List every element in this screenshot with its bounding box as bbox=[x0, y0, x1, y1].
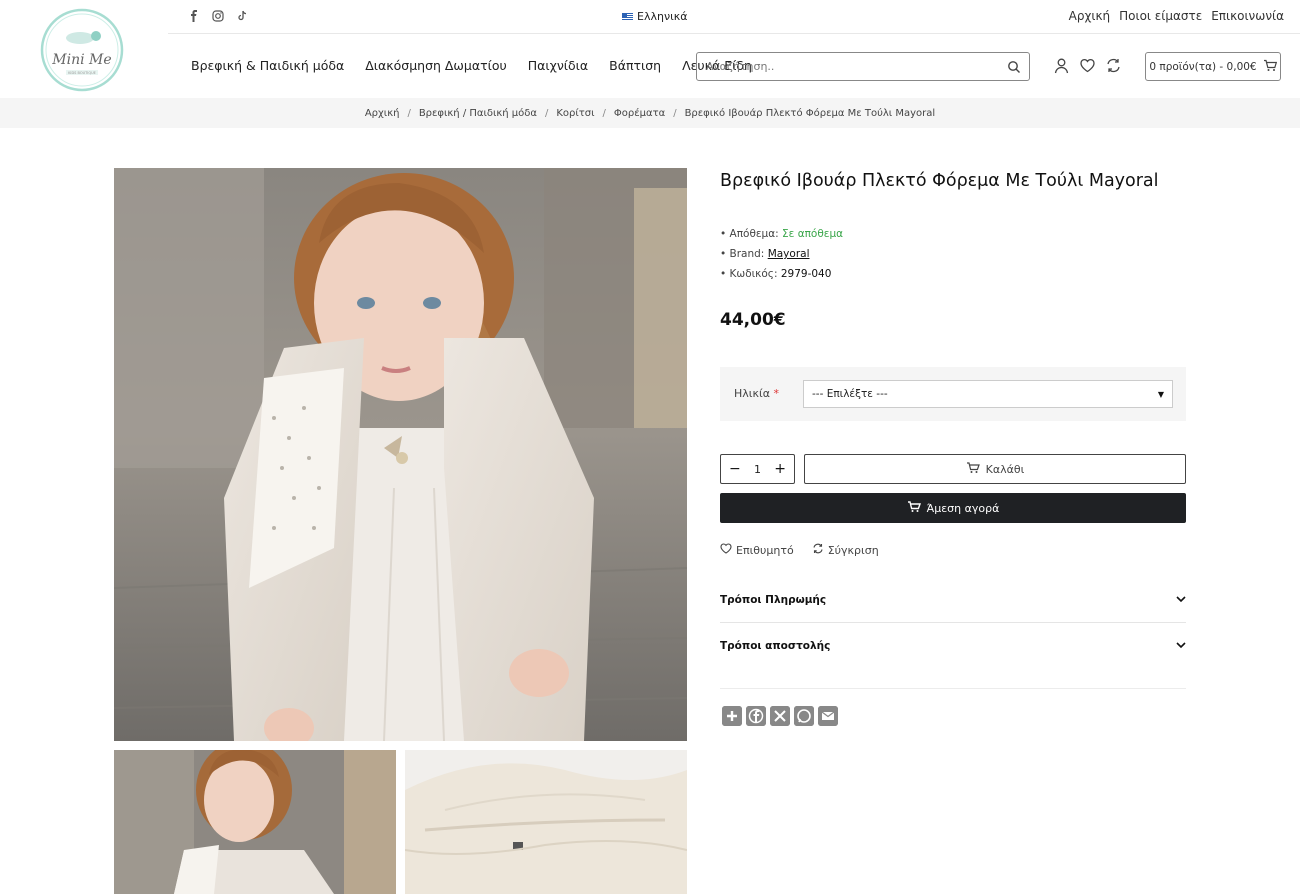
product-meta: • Απόθεμα: Σε απόθεμα • Brand: Mayoral •… bbox=[720, 224, 843, 284]
age-label-text: Ηλικία bbox=[734, 387, 770, 400]
search-box bbox=[696, 52, 1030, 81]
top-link-contact[interactable]: Επικοινωνία bbox=[1211, 9, 1284, 23]
brand-row: • Brand: Mayoral bbox=[720, 244, 843, 264]
option-box: Ηλικία * --- Επιλέξτε --- ▼ bbox=[720, 367, 1186, 421]
breadcrumb-separator: / bbox=[602, 107, 606, 119]
greek-flag-icon bbox=[622, 12, 633, 21]
account-icon[interactable] bbox=[1053, 57, 1070, 74]
wishlist-icon[interactable] bbox=[1079, 57, 1096, 74]
cart-add-icon bbox=[966, 461, 980, 477]
product-actions: Επιθυμητό Σύγκριση bbox=[720, 543, 879, 557]
whatsapp-share-icon[interactable] bbox=[794, 706, 814, 726]
accordion-payment-label: Τρόποι Πληρωμής bbox=[720, 593, 827, 606]
add-to-cart-label: Καλάθι bbox=[985, 462, 1025, 476]
product-main-image[interactable] bbox=[114, 168, 687, 741]
top-link-about[interactable]: Ποιοι είμαστε bbox=[1119, 9, 1202, 23]
code-value: 2979-040 bbox=[780, 268, 832, 280]
top-links: Αρχική Ποιοι είμαστε Επικοινωνία bbox=[1069, 9, 1284, 23]
compare-label: Σύγκριση bbox=[827, 543, 879, 557]
top-bar: Ελληνικά Αρχική Ποιοι είμαστε Επικοινωνί… bbox=[168, 0, 1300, 34]
qty-minus-button[interactable]: − bbox=[729, 461, 741, 477]
header-icons bbox=[1053, 57, 1122, 74]
social-links bbox=[188, 10, 248, 22]
breadcrumb-separator: / bbox=[407, 107, 411, 119]
code-label: • Κωδικός: bbox=[720, 268, 778, 280]
age-select-value: --- Επιλέξτε --- bbox=[812, 388, 888, 400]
breadcrumb-separator: / bbox=[544, 107, 549, 119]
accordion-shipping-methods[interactable]: Τρόποι αποστολής bbox=[720, 623, 1186, 669]
quantity-stepper: − 1 + bbox=[720, 454, 795, 484]
stock-value: Σε απόθεμα bbox=[782, 228, 844, 240]
add-to-wishlist-link[interactable]: Επιθυμητό bbox=[720, 543, 794, 557]
age-select[interactable]: --- Επιλέξτε --- ▼ bbox=[803, 380, 1173, 408]
heart-icon bbox=[720, 543, 732, 557]
main-nav: Βρεφική & Παιδική μόδα Διακόσμηση Δωματί… bbox=[191, 58, 752, 73]
buy-now-icon bbox=[907, 500, 921, 516]
product-title: Βρεφικό Ιβουάρ Πλεκτό Φόρεμα Με Τούλι Ma… bbox=[720, 171, 1159, 191]
breadcrumb: Αρχική / Βρεφική / Παιδική μόδα / Κορίτσ… bbox=[0, 98, 1300, 128]
cart-button[interactable]: 0 προϊόν(τα) - 0,00€ bbox=[1145, 52, 1281, 81]
language-label: Ελληνικά bbox=[637, 10, 688, 23]
add-to-compare-link[interactable]: Σύγκριση bbox=[812, 543, 879, 557]
compare-small-icon bbox=[812, 543, 824, 557]
x-share-icon[interactable] bbox=[770, 706, 790, 726]
product-thumbnail-1[interactable] bbox=[114, 750, 396, 894]
logo-subtext: KIDS BOUTIQUE bbox=[68, 71, 96, 75]
nav-item-christening[interactable]: Βάπτιση bbox=[609, 58, 661, 73]
add-to-cart-button[interactable]: Καλάθι bbox=[804, 454, 1186, 484]
chevron-down-icon bbox=[1176, 594, 1186, 606]
required-marker: * bbox=[773, 387, 779, 400]
age-option-label: Ηλικία * bbox=[734, 387, 779, 400]
compare-icon[interactable] bbox=[1105, 57, 1122, 74]
brand-link[interactable]: Mayoral bbox=[768, 248, 810, 260]
chevron-down-icon bbox=[1176, 640, 1186, 652]
search-icon[interactable] bbox=[1007, 60, 1021, 74]
breadcrumb-item-girl[interactable]: Κορίτσι bbox=[556, 108, 594, 119]
product-thumbnail-2[interactable] bbox=[405, 750, 687, 894]
accordion-payment-methods[interactable]: Τρόποι Πληρωμής bbox=[720, 577, 1186, 623]
cart-icon bbox=[1263, 59, 1277, 75]
facebook-icon[interactable] bbox=[188, 10, 200, 22]
code-row: • Κωδικός: 2979-040 bbox=[720, 264, 843, 284]
tiktok-icon[interactable] bbox=[236, 10, 248, 22]
buy-now-button[interactable]: Άμεση αγορά bbox=[720, 493, 1186, 523]
section-divider bbox=[720, 688, 1186, 689]
wishlist-label: Επιθυμητό bbox=[736, 543, 794, 557]
brand-label: • Brand: bbox=[720, 248, 765, 260]
instagram-icon[interactable] bbox=[212, 10, 224, 22]
logo-text: Mini Me bbox=[51, 52, 111, 68]
stock-label: • Απόθεμα: bbox=[720, 228, 779, 240]
buy-now-label: Άμεση αγορά bbox=[926, 501, 1000, 515]
share-plus-icon[interactable] bbox=[722, 706, 742, 726]
breadcrumb-item-current: Βρεφικό Ιβουάρ Πλεκτό Φόρεμα Με Τούλι Ma… bbox=[684, 107, 936, 119]
breadcrumb-item-home[interactable]: Αρχική bbox=[365, 108, 400, 119]
breadcrumb-item-dresses[interactable]: Φορέματα bbox=[614, 108, 665, 119]
nav-item-room-decor[interactable]: Διακόσμηση Δωματίου bbox=[365, 58, 507, 73]
breadcrumb-item-fashion[interactable]: Βρεφική / Παιδική μόδα bbox=[419, 108, 537, 119]
accordion-shipping-label: Τρόποι αποστολής bbox=[720, 640, 831, 652]
nav-item-toys[interactable]: Παιχνίδια bbox=[528, 58, 588, 73]
breadcrumb-separator: / bbox=[673, 107, 677, 119]
share-buttons bbox=[722, 706, 838, 726]
language-selector[interactable]: Ελληνικά bbox=[622, 10, 688, 23]
email-share-icon[interactable] bbox=[818, 706, 838, 726]
facebook-share-icon[interactable] bbox=[746, 706, 766, 726]
stock-row: • Απόθεμα: Σε απόθεμα bbox=[720, 224, 843, 244]
top-link-home[interactable]: Αρχική bbox=[1069, 9, 1111, 23]
search-input[interactable] bbox=[697, 53, 1007, 80]
nav-item-fashion[interactable]: Βρεφική & Παιδική μόδα bbox=[191, 58, 344, 73]
qty-value[interactable]: 1 bbox=[754, 463, 761, 476]
caret-down-icon: ▼ bbox=[1157, 389, 1164, 399]
cart-label: 0 προϊόν(τα) - 0,00€ bbox=[1149, 60, 1257, 73]
product-price: 44,00€ bbox=[720, 310, 786, 330]
site-logo[interactable]: Mini Me KIDS BOUTIQUE bbox=[40, 8, 124, 92]
qty-plus-button[interactable]: + bbox=[774, 461, 786, 477]
